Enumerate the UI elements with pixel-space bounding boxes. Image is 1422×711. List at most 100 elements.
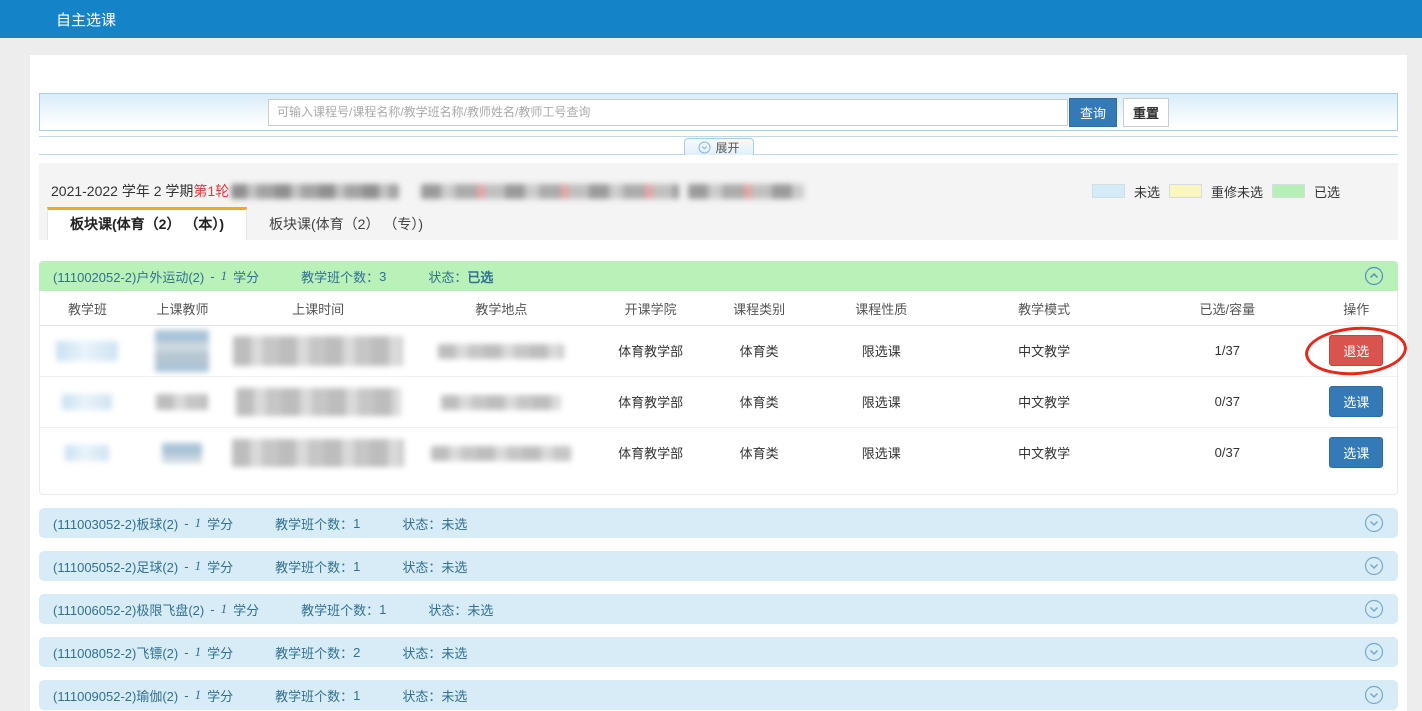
redacted-time: [232, 439, 404, 467]
course-code-name: (111006052-2)极限飞盘(2): [53, 600, 204, 619]
redacted-location: [431, 446, 571, 461]
col-mode: 教学模式: [949, 293, 1139, 325]
course-header-yoga[interactable]: (111009052-2)瑜伽(2) - 1 学分 教学班个数： 1 状态： 未…: [39, 680, 1398, 710]
status-label: 状态：: [402, 557, 441, 576]
credits-label: 学分: [207, 643, 233, 662]
col-capacity: 已选/容量: [1139, 293, 1315, 325]
class-count-label: 教学班个数：: [301, 267, 379, 286]
tab-sports-vocational[interactable]: 板块课(体育（2） （专）): [247, 207, 445, 240]
expand-label: 展开: [715, 139, 739, 156]
course-classes-table-wrap: 教学班 上课教师 上课时间 教学地点 开课学院 课程类别 课程性质 教学模式 已…: [39, 291, 1398, 495]
status-label: 状态：: [402, 686, 441, 705]
status-value: 未选: [441, 686, 467, 705]
page-title: 自主选课: [56, 9, 116, 30]
redacted-teacher: [162, 443, 202, 463]
credits-label: 学分: [233, 267, 259, 286]
status-value: 未选: [441, 514, 467, 533]
col-time: 上课时间: [230, 293, 406, 325]
course-credits: 1: [221, 601, 228, 617]
course-header-football[interactable]: (111005052-2)足球(2) - 1 学分 教学班个数： 1 状态： 未…: [39, 551, 1398, 581]
legend-swatch-unselected: [1092, 184, 1125, 198]
course-header-frisbee[interactable]: (111006052-2)极限飞盘(2) - 1 学分 教学班个数： 1 状态：…: [39, 594, 1398, 624]
redacted-class-name: [65, 445, 109, 461]
course-code-name: (111009052-2)瑜伽(2): [53, 686, 178, 705]
status-value: 未选: [441, 557, 467, 576]
term-row: 2021-2022 学年 2 学期 第1轮 未选 重修未选 已选: [39, 163, 1398, 203]
chevron-down-circle-icon[interactable]: [1364, 513, 1384, 533]
cell-mode: 中文教学: [949, 427, 1139, 478]
course-code-name: (111005052-2)足球(2): [53, 557, 178, 576]
select-button[interactable]: 选课: [1329, 386, 1383, 417]
class-count-label: 教学班个数：: [275, 557, 353, 576]
main-panel: 查询 重置 展开 2021-2022 学年 2 学期 第1轮: [30, 55, 1407, 711]
course-credits: 1: [221, 268, 228, 284]
cell-college: 体育教学部: [596, 427, 705, 478]
redacted-class-name: [62, 394, 112, 410]
chevron-down-circle-icon[interactable]: [1364, 599, 1384, 619]
col-action: 操作: [1316, 293, 1398, 325]
redacted-term-info: [231, 184, 399, 199]
course-code-name: (111003052-2)板球(2): [53, 514, 178, 533]
chevron-down-circle-icon[interactable]: [1364, 556, 1384, 576]
cell-nature: 限选课: [813, 325, 949, 376]
table-row: 体育教学部 体育类 限选课 中文教学 0/37 选课: [40, 376, 1397, 427]
credits-label: 学分: [207, 514, 233, 533]
status-label: 状态：: [428, 600, 467, 619]
tab-sports-undergraduate[interactable]: 板块课(体育（2） （本）): [47, 207, 247, 240]
term-section: 2021-2022 学年 2 学期 第1轮 未选 重修未选 已选 板块课(体育（…: [39, 163, 1398, 240]
class-count: 2: [353, 645, 360, 660]
chevron-down-circle-icon[interactable]: [1364, 685, 1384, 705]
legend-swatch-selected: [1272, 184, 1305, 198]
col-college: 开课学院: [596, 293, 705, 325]
redacted-class-name: [56, 341, 118, 361]
status-legend: 未选 重修未选 已选: [1092, 182, 1386, 201]
category-tabs: 板块课(体育（2） （本）) 板块课(体育（2） （专）): [39, 207, 1398, 240]
course-code-name: (111002052-2)户外运动(2): [53, 267, 204, 286]
chevron-up-circle-icon[interactable]: [1364, 266, 1384, 286]
cell-mode: 中文教学: [949, 325, 1139, 376]
class-count: 1: [353, 688, 360, 703]
legend-label-selected: 已选: [1314, 182, 1340, 201]
search-input[interactable]: [268, 99, 1068, 126]
dash: -: [184, 559, 188, 574]
table-header-row: 教学班 上课教师 上课时间 教学地点 开课学院 课程类别 课程性质 教学模式 已…: [40, 293, 1397, 325]
status-label: 状态：: [402, 643, 441, 662]
course-header-outdoor[interactable]: (111002052-2)户外运动(2) - 1 学分 教学班个数： 3 状态：…: [39, 261, 1398, 291]
status-value: 已选: [467, 267, 493, 286]
course-code-name: (111008052-2)飞镖(2): [53, 643, 178, 662]
cell-nature: 限选课: [813, 376, 949, 427]
class-count-label: 教学班个数：: [301, 600, 379, 619]
class-count: 1: [379, 602, 386, 617]
class-count: 1: [353, 516, 360, 531]
class-count-label: 教学班个数：: [275, 686, 353, 705]
cell-college: 体育教学部: [596, 325, 705, 376]
col-location: 教学地点: [406, 293, 596, 325]
unselect-button[interactable]: 退选: [1329, 335, 1383, 366]
filter-expand-strip: 展开: [39, 136, 1398, 155]
col-class: 教学班: [40, 293, 135, 325]
course-header-cricket[interactable]: (111003052-2)板球(2) - 1 学分 教学班个数： 1 状态： 未…: [39, 508, 1398, 538]
course-header-darts[interactable]: (111008052-2)飞镖(2) - 1 学分 教学班个数： 2 状态： 未…: [39, 637, 1398, 667]
class-count-label: 教学班个数：: [275, 643, 353, 662]
redacted-teacher: [156, 394, 208, 410]
dash: -: [184, 645, 188, 660]
credits-label: 学分: [207, 557, 233, 576]
expand-toggle[interactable]: 展开: [683, 138, 753, 155]
status-value: 未选: [441, 643, 467, 662]
redacted-student-info-2: [688, 184, 804, 199]
redacted-teacher: [155, 330, 209, 372]
select-button[interactable]: 选课: [1329, 437, 1383, 468]
cell-category: 体育类: [705, 376, 814, 427]
term-round: 第1轮: [193, 181, 229, 201]
class-count: 1: [353, 559, 360, 574]
reset-button[interactable]: 重置: [1123, 98, 1169, 127]
app-header: 自主选课: [0, 0, 1422, 38]
course-credits: 1: [195, 687, 202, 703]
course-panel-outdoor: (111002052-2)户外运动(2) - 1 学分 教学班个数： 3 状态：…: [39, 261, 1398, 495]
query-button[interactable]: 查询: [1069, 98, 1117, 127]
chevron-down-circle-icon[interactable]: [1364, 642, 1384, 662]
status-value: 未选: [467, 600, 493, 619]
page: 查询 重置 展开 2021-2022 学年 2 学期 第1轮: [0, 38, 1422, 711]
status-label: 状态：: [402, 514, 441, 533]
cell-mode: 中文教学: [949, 376, 1139, 427]
